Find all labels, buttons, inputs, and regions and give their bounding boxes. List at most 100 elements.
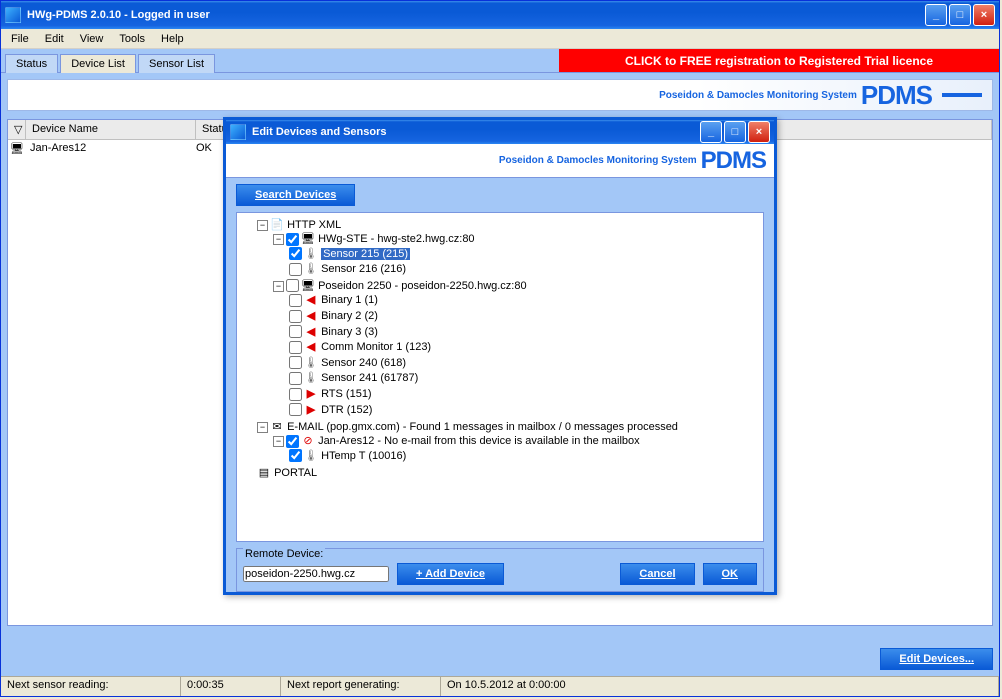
- menu-view[interactable]: View: [72, 31, 112, 47]
- dialog-close-button[interactable]: ×: [748, 121, 770, 143]
- tab-sensor-list[interactable]: Sensor List: [138, 54, 215, 73]
- dialog-app-icon: [230, 124, 246, 140]
- tree-rts[interactable]: ▶ RTS (151): [289, 386, 759, 402]
- dialog-minimize-button[interactable]: _: [700, 121, 722, 143]
- tree-sensor-240[interactable]: 🌡 Sensor 240 (618): [289, 355, 759, 371]
- checkbox-dtr[interactable]: [289, 403, 302, 416]
- add-device-button[interactable]: + Add Device: [397, 563, 504, 585]
- collapse-icon[interactable]: −: [273, 436, 284, 447]
- pdms-subtitle: Poseidon & Damocles Monitoring System: [659, 90, 857, 101]
- tree-binary-2[interactable]: ◀ Binary 2 (2): [289, 308, 759, 324]
- tree-binary-3[interactable]: ◀ Binary 3 (3): [289, 324, 759, 340]
- dialog-maximize-button[interactable]: □: [724, 121, 746, 143]
- tree-poseidon[interactable]: −🖥 Poseidon 2250 - poseidon-2250.hwg.cz:…: [273, 278, 759, 418]
- col-toggle[interactable]: ▽: [8, 120, 26, 139]
- checkbox-b1[interactable]: [289, 294, 302, 307]
- tree-dtr[interactable]: ▶ DTR (152): [289, 402, 759, 418]
- sensor-icon: 🌡: [304, 449, 318, 462]
- checkbox-rts[interactable]: [289, 388, 302, 401]
- main-titlebar: HWg-PDMS 2.0.10 - Logged in user _ □ ×: [1, 1, 999, 29]
- xml-icon: 📄: [270, 218, 284, 231]
- status-next-report-label: Next report generating:: [281, 677, 441, 696]
- main-window: HWg-PDMS 2.0.10 - Logged in user _ □ × F…: [0, 0, 1000, 697]
- tree-sensor-241[interactable]: 🌡 Sensor 241 (61787): [289, 370, 759, 386]
- tree-janares[interactable]: −⊘ Jan-Ares12 - No e-mail from this devi…: [273, 433, 759, 464]
- ok-button[interactable]: OK: [703, 563, 758, 585]
- sensor-icon: 🌡: [304, 262, 318, 275]
- tree-email[interactable]: −✉ E-MAIL (pop.gmx.com) - Found 1 messag…: [257, 419, 759, 465]
- device-icon: 🖥: [301, 279, 315, 292]
- dialog-pdms-logo: PDMS: [701, 147, 766, 175]
- edit-devices-dialog: Edit Devices and Sensors _ □ × Poseidon …: [223, 117, 777, 595]
- tab-row: Status Device List Sensor List CLICK to …: [1, 49, 999, 73]
- maximize-button[interactable]: □: [949, 4, 971, 26]
- collapse-icon[interactable]: −: [273, 234, 284, 245]
- tree-hwgste[interactable]: −🖥 HWg-STE - hwg-ste2.hwg.cz:80 🌡 Sensor…: [273, 231, 759, 278]
- window-title: HWg-PDMS 2.0.10 - Logged in user: [27, 9, 925, 21]
- statusbar: Next sensor reading: 0:00:35 Next report…: [1, 676, 999, 696]
- col-device-name[interactable]: Device Name: [26, 120, 196, 139]
- cancel-button[interactable]: Cancel: [620, 563, 694, 585]
- tree-portal[interactable]: ▤ PORTAL: [257, 465, 759, 480]
- checkbox-poseidon[interactable]: [286, 279, 299, 292]
- tab-device-list[interactable]: Device List: [60, 54, 136, 73]
- menu-tools[interactable]: Tools: [111, 31, 153, 47]
- tab-status[interactable]: Status: [5, 54, 58, 73]
- checkbox-b3[interactable]: [289, 325, 302, 338]
- trial-banner[interactable]: CLICK to FREE registration to Registered…: [559, 49, 999, 72]
- tree-binary-1[interactable]: ◀ Binary 1 (1): [289, 292, 759, 308]
- close-button[interactable]: ×: [973, 4, 995, 26]
- menu-edit[interactable]: Edit: [37, 31, 72, 47]
- checkbox-s240[interactable]: [289, 356, 302, 369]
- pdms-header: Poseidon & Damocles Monitoring System PD…: [7, 79, 993, 111]
- checkbox-hwgste[interactable]: [286, 233, 299, 246]
- edit-devices-button[interactable]: Edit Devices...: [880, 648, 993, 670]
- dialog-pdms-header: Poseidon & Damocles Monitoring System PD…: [226, 144, 774, 178]
- checkbox-cm1[interactable]: [289, 341, 302, 354]
- collapse-icon[interactable]: −: [257, 422, 268, 433]
- pdms-dash-icon: [942, 93, 982, 97]
- checkbox-b2[interactable]: [289, 310, 302, 323]
- portal-icon: ▤: [257, 466, 271, 479]
- tree-http-xml[interactable]: −📄 HTTP XML −🖥 HWg-STE - hwg-ste2.hwg.cz…: [257, 217, 759, 419]
- output-icon: ▶: [304, 387, 318, 400]
- remote-device-input[interactable]: [243, 566, 389, 582]
- app-icon: [5, 7, 21, 23]
- error-icon: ⊘: [301, 434, 315, 447]
- status-next-report-value: On 10.5.2012 at 0:00:00: [441, 677, 999, 696]
- menu-help[interactable]: Help: [153, 31, 192, 47]
- output-icon: ▶: [304, 403, 318, 416]
- checkbox-janares[interactable]: [286, 435, 299, 448]
- tree-sensor-215[interactable]: 🌡 Sensor 215 (215): [289, 246, 759, 262]
- dialog-titlebar: Edit Devices and Sensors _ □ ×: [226, 120, 774, 144]
- dialog-title: Edit Devices and Sensors: [252, 126, 700, 138]
- checkbox-s216[interactable]: [289, 263, 302, 276]
- binary-icon: ◀: [304, 325, 318, 338]
- binary-icon: ◀: [304, 293, 318, 306]
- checkbox-htemp[interactable]: [289, 449, 302, 462]
- device-tree[interactable]: −📄 HTTP XML −🖥 HWg-STE - hwg-ste2.hwg.cz…: [236, 212, 764, 542]
- device-icon: 🖥: [301, 232, 315, 245]
- remote-device-label: Remote Device:: [243, 548, 325, 560]
- search-devices-button[interactable]: Search Devices: [236, 184, 355, 206]
- minimize-button[interactable]: _: [925, 4, 947, 26]
- device-icon: 🖥: [8, 142, 26, 155]
- sensor-icon: 🌡: [304, 247, 318, 260]
- sensor-icon: 🌡: [304, 371, 318, 384]
- checkbox-s215[interactable]: [289, 247, 302, 260]
- sensor-icon: 🌡: [304, 356, 318, 369]
- remote-device-group: Remote Device: + Add Device Cancel OK: [236, 548, 764, 592]
- status-next-sensor-label: Next sensor reading:: [1, 677, 181, 696]
- status-next-sensor-value: 0:00:35: [181, 677, 281, 696]
- collapse-icon[interactable]: −: [257, 220, 268, 231]
- binary-icon: ◀: [304, 309, 318, 322]
- collapse-icon[interactable]: −: [273, 281, 284, 292]
- menubar: File Edit View Tools Help: [1, 29, 999, 49]
- device-name-cell: Jan-Ares12: [26, 142, 196, 155]
- binary-icon: ◀: [304, 340, 318, 353]
- tree-sensor-216[interactable]: 🌡 Sensor 216 (216): [289, 261, 759, 277]
- menu-file[interactable]: File: [3, 31, 37, 47]
- checkbox-s241[interactable]: [289, 372, 302, 385]
- tree-comm-monitor[interactable]: ◀ Comm Monitor 1 (123): [289, 339, 759, 355]
- tree-htemp[interactable]: 🌡 HTemp T (10016): [289, 448, 759, 464]
